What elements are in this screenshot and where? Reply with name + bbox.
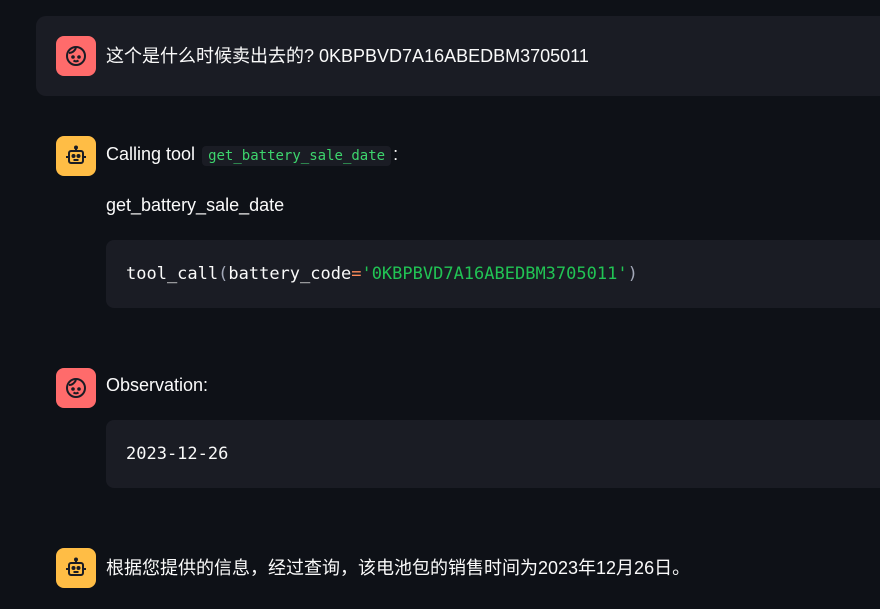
robot-icon	[66, 145, 86, 164]
code-close-paren: )	[627, 264, 638, 284]
tool-call-prefix: Calling tool	[106, 144, 196, 164]
observation-value: 2023-12-26	[126, 444, 229, 464]
user-message-text: 这个是什么时候卖出去的? 0KBPBVD7A16ABEDBM3705011	[106, 46, 589, 66]
observation-label: Observation:	[106, 375, 209, 395]
chat-container: 这个是什么时候卖出去的? 0KBPBVD7A16ABEDBM3705011 Ca…	[0, 0, 880, 609]
tool-call-code-block: tool_call(battery_code = '0KBPBVD7A16ABEDB…	[106, 240, 880, 308]
code-operator: =	[351, 264, 362, 284]
assistant-avatar	[56, 548, 96, 588]
face-icon	[66, 378, 86, 398]
user-avatar	[56, 368, 96, 408]
code-open-paren: (	[218, 264, 229, 284]
code-arg-name: battery_code	[228, 264, 352, 284]
tool-name-code: get_battery_sale_date	[202, 146, 392, 166]
tool-call-heading: Calling tool get_battery_sale_date:	[106, 142, 398, 168]
face-icon	[66, 46, 86, 66]
robot-icon	[66, 557, 86, 576]
observation-code-block: 2023-12-26	[106, 420, 880, 488]
assistant-answer-text: 根据您提供的信息，经过查询，该电池包的销售时间为2023年12月26日。	[106, 558, 691, 578]
tool-call-subtitle: get_battery_sale_date	[106, 195, 285, 215]
code-function: tool_call	[126, 264, 219, 284]
user-avatar	[56, 36, 96, 76]
tool-call-suffix: :	[393, 144, 399, 164]
code-arg-value: '0KBPBVD7A16ABEDBM3705011'	[361, 264, 628, 284]
assistant-avatar	[56, 136, 96, 176]
